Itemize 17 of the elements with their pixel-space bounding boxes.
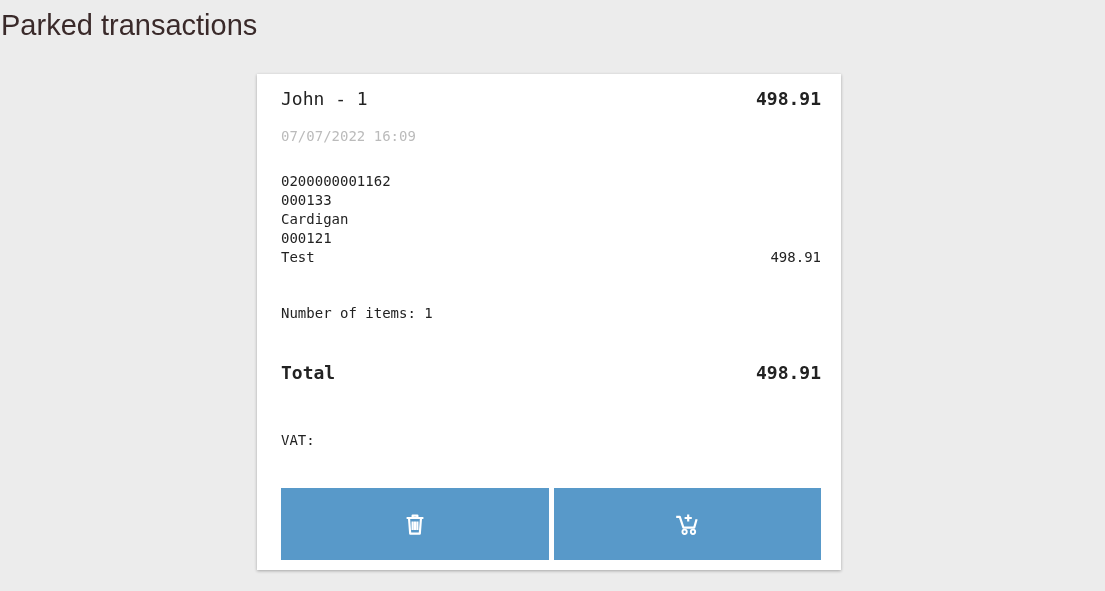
item-line: Cardigan <box>281 210 349 229</box>
total-label: Total <box>281 361 336 385</box>
item-line: 000121 <box>281 229 332 248</box>
item-line: 000133 <box>281 191 332 210</box>
add-to-cart-button[interactable] <box>553 488 821 560</box>
item-line: 0200000001162 <box>281 172 391 191</box>
item-price: 498.91 <box>770 248 821 267</box>
transaction-amount: 498.91 <box>755 87 821 111</box>
item-count: Number of items: 1 <box>281 304 434 323</box>
cart-plus-icon <box>675 512 700 536</box>
vat-label: VAT: <box>281 431 316 450</box>
total-amount: 498.91 <box>755 361 821 385</box>
page-title: Parked transactions <box>0 8 259 43</box>
transaction-date: 07/07/2022 16:09 <box>281 127 417 146</box>
delete-button[interactable] <box>281 488 549 560</box>
customer-name: John - 1 <box>281 87 368 111</box>
item-line: Test <box>281 248 315 267</box>
